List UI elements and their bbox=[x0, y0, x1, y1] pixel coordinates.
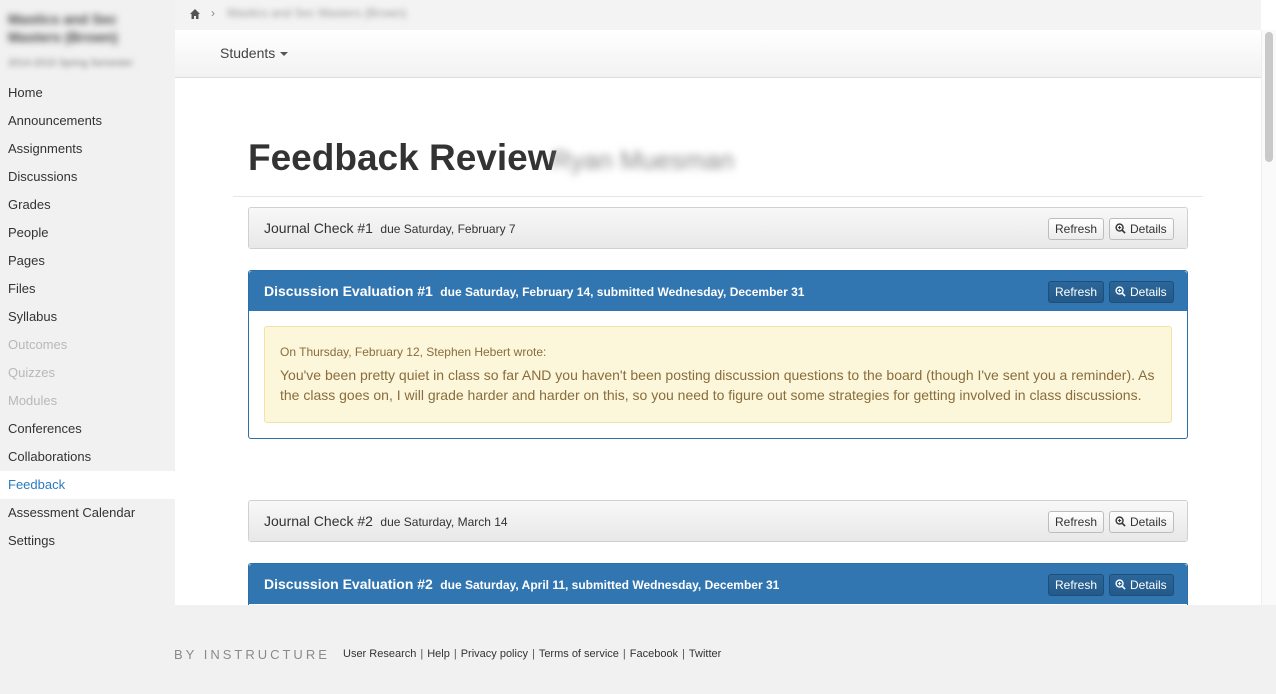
footer: BY INSTRUCTURE User Research | Help | Privac… bbox=[0, 605, 1276, 694]
home-icon[interactable] bbox=[189, 8, 201, 20]
sidebar-item-collaborations[interactable]: Collaborations bbox=[0, 443, 175, 471]
footer-link-privacy-policy[interactable]: Privacy policy bbox=[461, 648, 528, 660]
breadcrumb: › Mastics and Sec Masters (Brown) bbox=[175, 0, 1261, 30]
sidebar-item-assignments[interactable]: Assignments bbox=[0, 135, 175, 163]
panel-header[interactable]: Discussion Evaluation #2 due Saturday, A… bbox=[249, 564, 1187, 604]
feedback-panel-expanded: Discussion Evaluation #1 due Saturday, F… bbox=[248, 270, 1188, 439]
footer-link-user-research[interactable]: User Research bbox=[343, 648, 416, 660]
details-button-label: Details bbox=[1130, 515, 1167, 529]
comment-attribution: On Thursday, February 12, Stephen Hebert… bbox=[280, 345, 547, 359]
details-button[interactable]: Details bbox=[1109, 511, 1174, 533]
details-button[interactable]: Details bbox=[1109, 218, 1174, 240]
zoom-in-icon bbox=[1115, 223, 1126, 234]
assignment-meta: due Saturday, February 14, submitted Wed… bbox=[440, 285, 805, 299]
assignment-name: Discussion Evaluation #1 bbox=[264, 283, 433, 299]
scrollbar-thumb[interactable] bbox=[1265, 32, 1273, 162]
refresh-button[interactable]: Refresh bbox=[1048, 281, 1105, 303]
sidebar-item-conferences[interactable]: Conferences bbox=[0, 415, 175, 443]
details-button-label: Details bbox=[1130, 578, 1167, 592]
assignment-meta: due Saturday, March 14 bbox=[380, 515, 508, 529]
chevron-right-icon: › bbox=[211, 6, 215, 20]
sidebar-item-modules: Modules bbox=[8, 393, 58, 408]
vertical-scrollbar[interactable] bbox=[1261, 30, 1276, 605]
footer-link-help[interactable]: Help bbox=[427, 648, 450, 660]
sidebar-item-settings[interactable]: Settings bbox=[0, 527, 175, 555]
students-dropdown[interactable]: Students bbox=[220, 45, 289, 61]
sidebar-item-discussions[interactable]: Discussions bbox=[0, 163, 175, 191]
student-name: Ryan Muesman bbox=[552, 145, 735, 175]
sidebar-item-announcements[interactable]: Announcements bbox=[0, 107, 175, 135]
assignment-name: Journal Check #2 bbox=[264, 513, 373, 529]
caret-down-icon bbox=[280, 52, 289, 57]
course-title[interactable]: Mastics and Sec Masters (Brown) bbox=[8, 10, 158, 46]
details-button-label: Details bbox=[1130, 222, 1167, 236]
sidebar-item-grades[interactable]: Grades bbox=[0, 191, 175, 219]
zoom-in-icon bbox=[1115, 516, 1126, 527]
student-subnav: Students bbox=[175, 30, 1261, 78]
sidebar-item-outcomes: Outcomes bbox=[8, 337, 68, 352]
zoom-in-icon bbox=[1115, 579, 1126, 590]
course-term: 2014-2015 Spring Semester bbox=[8, 58, 134, 69]
feedback-panel: Journal Check #2 due Saturday, March 14 … bbox=[248, 500, 1188, 542]
sidebar-item-pages[interactable]: Pages bbox=[0, 247, 175, 275]
students-dropdown-label: Students bbox=[220, 45, 276, 61]
sidebar-item-feedback[interactable]: Feedback bbox=[0, 471, 175, 499]
details-button[interactable]: Details bbox=[1109, 281, 1174, 303]
refresh-button[interactable]: Refresh bbox=[1048, 511, 1105, 533]
feedback-panel: Discussion Evaluation #2 due Saturday, A… bbox=[248, 563, 1188, 605]
feedback-panel: Journal Check #1 due Saturday, February … bbox=[248, 207, 1188, 249]
assignment-name: Discussion Evaluation #2 bbox=[264, 576, 433, 592]
panel-body: On Thursday, February 12, Stephen Hebert… bbox=[249, 311, 1187, 438]
feedback-comment: On Thursday, February 12, Stephen Hebert… bbox=[264, 326, 1172, 423]
footer-separator: | bbox=[682, 648, 685, 660]
course-sidebar: Mastics and Sec Masters (Brown) 2014-201… bbox=[0, 0, 175, 605]
title-divider bbox=[233, 196, 1203, 197]
page-title: Feedback Review bbox=[248, 137, 557, 178]
comment-message: You've been pretty quiet in class so far… bbox=[280, 367, 1155, 403]
refresh-button[interactable]: Refresh bbox=[1048, 574, 1105, 596]
details-button[interactable]: Details bbox=[1109, 574, 1174, 596]
footer-separator: | bbox=[622, 648, 626, 660]
footer-link-terms-of-service[interactable]: Terms of service bbox=[539, 648, 619, 660]
refresh-button[interactable]: Refresh bbox=[1048, 218, 1105, 240]
assignment-meta: due Saturday, February 7 bbox=[380, 222, 516, 236]
panel-header[interactable]: Journal Check #1 due Saturday, February … bbox=[249, 208, 1187, 248]
sidebar-item-syllabus[interactable]: Syllabus bbox=[0, 303, 175, 331]
instructure-logo[interactable]: BY INSTRUCTURE bbox=[174, 647, 330, 662]
sidebar-item-assessment-calendar[interactable]: Assessment Calendar bbox=[0, 499, 175, 527]
sidebar-item-home[interactable]: Home bbox=[0, 79, 175, 107]
footer-separator: | bbox=[531, 648, 535, 660]
course-nav: Home Announcements Assignments Discussio… bbox=[0, 79, 175, 555]
assignment-name: Journal Check #1 bbox=[264, 220, 373, 236]
panel-header[interactable]: Journal Check #2 due Saturday, March 14 … bbox=[249, 501, 1187, 541]
footer-links: User Research | Help | Privacy policy | Terms … bbox=[343, 648, 721, 660]
panel-header[interactable]: Discussion Evaluation #1 due Saturday, F… bbox=[249, 271, 1187, 311]
sidebar-item-files[interactable]: Files bbox=[0, 275, 175, 303]
sidebar-item-people[interactable]: People bbox=[0, 219, 175, 247]
footer-separator: | bbox=[453, 648, 457, 660]
sidebar-item-quizzes: Quizzes bbox=[8, 365, 55, 380]
footer-separator: | bbox=[420, 648, 424, 660]
footer-link-twitter[interactable]: Twitter bbox=[689, 648, 721, 660]
breadcrumb-course-link[interactable]: Mastics and Sec Masters (Brown) bbox=[227, 6, 406, 20]
assignment-meta: due Saturday, April 11, submitted Wednes… bbox=[440, 578, 780, 592]
details-button-label: Details bbox=[1130, 285, 1167, 299]
zoom-in-icon bbox=[1115, 286, 1126, 297]
footer-link-facebook[interactable]: Facebook bbox=[630, 648, 678, 660]
